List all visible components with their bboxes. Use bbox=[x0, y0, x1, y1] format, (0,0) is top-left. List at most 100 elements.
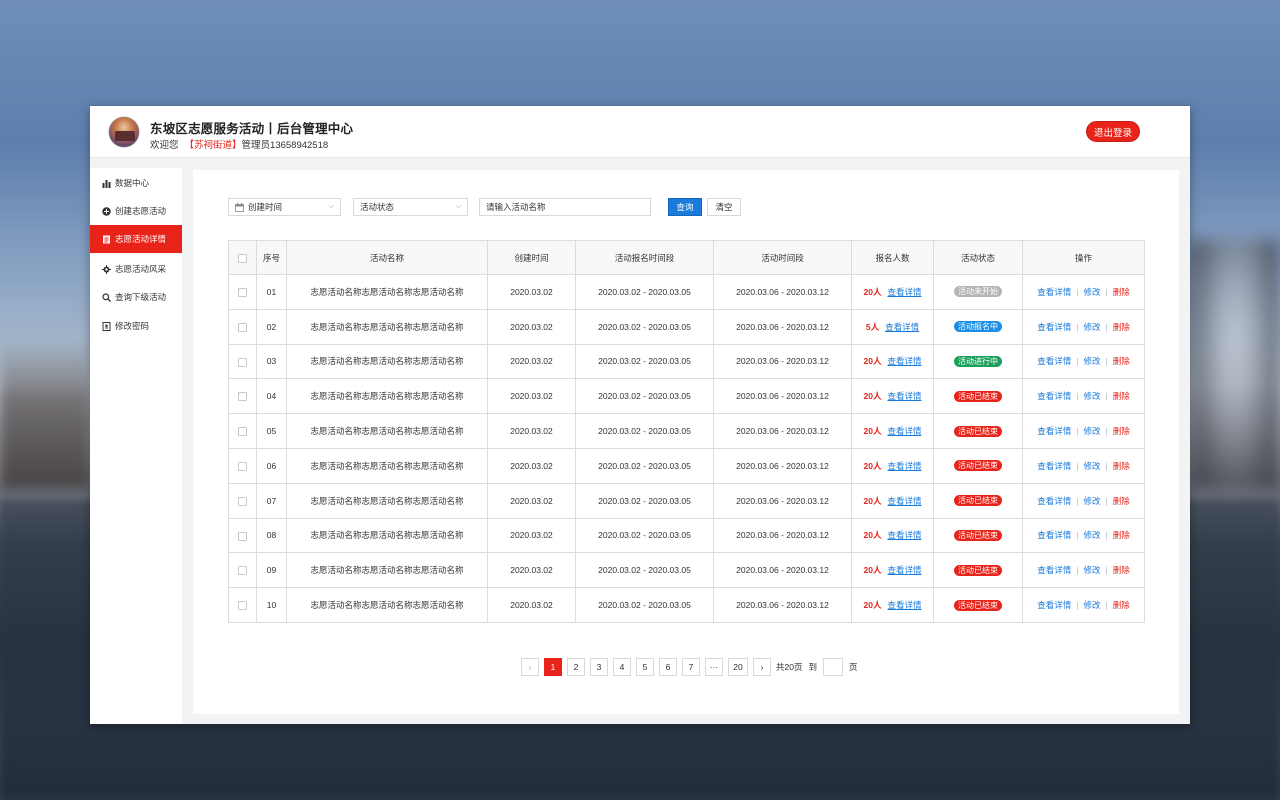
page-3-button[interactable]: 3 bbox=[590, 658, 608, 676]
signup-count: 20人 bbox=[863, 460, 882, 471]
action-separator: | bbox=[1076, 286, 1079, 297]
goto-page-input[interactable] bbox=[822, 658, 843, 676]
row-checkbox[interactable] bbox=[238, 462, 247, 471]
sidebar-item-create-activity[interactable]: 创建志愿活动 bbox=[90, 197, 182, 225]
page-2-button[interactable]: 2 bbox=[567, 658, 585, 676]
activity-name-input[interactable]: 请输入活动名称 bbox=[479, 198, 651, 216]
view-details-link[interactable]: 查看详情 bbox=[1037, 287, 1071, 297]
row-select-cell[interactable] bbox=[228, 343, 257, 380]
view-details-link[interactable]: 查看详情 bbox=[1037, 496, 1071, 506]
count-details-link[interactable]: 查看详情 bbox=[887, 461, 921, 471]
page-7-button[interactable]: 7 bbox=[682, 658, 700, 676]
view-details-link[interactable]: 查看详情 bbox=[1037, 426, 1071, 436]
edit-link[interactable]: 修改 bbox=[1083, 496, 1100, 506]
sidebar-item-activity-gallery[interactable]: 志愿活动风采 bbox=[90, 255, 182, 283]
edit-link[interactable]: 修改 bbox=[1083, 356, 1100, 366]
count-details-link[interactable]: 查看详情 bbox=[887, 287, 921, 297]
page-6-button[interactable]: 6 bbox=[659, 658, 677, 676]
prev-page-button[interactable]: ‹ bbox=[521, 658, 539, 676]
edit-link[interactable]: 修改 bbox=[1083, 322, 1100, 332]
row-select-cell[interactable] bbox=[228, 308, 257, 345]
sidebar-item-label: 数据中心 bbox=[115, 178, 150, 188]
row-checkbox[interactable] bbox=[238, 496, 247, 506]
row-name: 志愿活动名称志愿活动名称志愿活动名称 bbox=[286, 482, 488, 519]
sidebar-item-activity-details[interactable]: 志愿活动详情 bbox=[90, 225, 182, 253]
table-header-row: 序号 活动名称 创建时间 活动报名时间段 活动时间段 报名人数 活动状态 操作 bbox=[228, 240, 1145, 275]
view-details-link[interactable]: 查看详情 bbox=[1037, 356, 1071, 366]
row-checkbox[interactable] bbox=[238, 427, 247, 437]
view-details-link[interactable]: 查看详情 bbox=[1037, 565, 1071, 575]
sidebar-item-data-center[interactable]: 数据中心 bbox=[90, 169, 182, 197]
count-details-link[interactable]: 查看详情 bbox=[887, 496, 921, 506]
next-page-button[interactable]: › bbox=[753, 658, 771, 676]
clear-button[interactable]: 清空 bbox=[707, 198, 741, 216]
delete-link[interactable]: 删除 bbox=[1113, 287, 1130, 297]
row-checkbox[interactable] bbox=[238, 288, 247, 298]
row-select-cell[interactable] bbox=[228, 413, 257, 449]
edit-link[interactable]: 修改 bbox=[1083, 391, 1100, 401]
delete-link[interactable]: 删除 bbox=[1113, 565, 1130, 575]
status-select[interactable]: 活动状态 ⌵ bbox=[353, 198, 468, 216]
row-created: 2020.03.02 bbox=[487, 482, 576, 519]
count-details-link[interactable]: 查看详情 bbox=[887, 530, 921, 540]
row-checkbox[interactable] bbox=[238, 322, 247, 332]
count-details-link[interactable]: 查看详情 bbox=[887, 391, 921, 401]
delete-link[interactable]: 删除 bbox=[1113, 461, 1130, 471]
row-checkbox[interactable] bbox=[238, 601, 247, 611]
edit-link[interactable]: 修改 bbox=[1083, 565, 1100, 575]
edit-link[interactable]: 修改 bbox=[1083, 530, 1100, 540]
sidebar-item-query-sub-activities[interactable]: 查询下级活动 bbox=[90, 283, 182, 311]
row-checkbox[interactable] bbox=[238, 392, 247, 402]
view-details-link[interactable]: 查看详情 bbox=[1037, 391, 1071, 401]
row-name: 志愿活动名称志愿活动名称志愿活动名称 bbox=[286, 378, 488, 415]
page-1-button[interactable]: 1 bbox=[544, 658, 562, 676]
table-row: 07 志愿活动名称志愿活动名称志愿活动名称 2020.03.02 2020.03.02… bbox=[228, 482, 1145, 519]
view-details-link[interactable]: 查看详情 bbox=[1037, 530, 1071, 540]
delete-link[interactable]: 删除 bbox=[1113, 391, 1130, 401]
edit-link[interactable]: 修改 bbox=[1083, 426, 1100, 436]
created-time-select[interactable]: 创建时间 ⌵ bbox=[228, 198, 341, 216]
delete-link[interactable]: 删除 bbox=[1113, 530, 1130, 540]
row-checkbox[interactable] bbox=[238, 357, 247, 367]
row-select-cell[interactable] bbox=[228, 517, 257, 554]
view-details-link[interactable]: 查看详情 bbox=[1037, 461, 1071, 471]
select-all-checkbox[interactable] bbox=[238, 253, 247, 263]
row-select-cell[interactable] bbox=[228, 482, 257, 519]
edit-link[interactable]: 修改 bbox=[1083, 600, 1100, 610]
row-select-cell[interactable] bbox=[228, 587, 257, 623]
status-badge: 活动已结束 bbox=[954, 425, 1002, 437]
count-details-link[interactable]: 查看详情 bbox=[887, 600, 921, 610]
edit-link[interactable]: 修改 bbox=[1083, 461, 1100, 471]
row-signup-period: 2020.03.02 - 2020.03.05 bbox=[575, 517, 714, 554]
delete-link[interactable]: 删除 bbox=[1113, 426, 1130, 436]
count-details-link[interactable]: 查看详情 bbox=[887, 565, 921, 575]
signup-count: 20人 bbox=[863, 495, 882, 506]
chevron-down-icon: ⌵ bbox=[328, 203, 334, 210]
delete-link[interactable]: 删除 bbox=[1113, 356, 1130, 366]
row-created: 2020.03.02 bbox=[487, 587, 576, 623]
view-details-link[interactable]: 查看详情 bbox=[1037, 322, 1071, 332]
row-select-cell[interactable] bbox=[228, 447, 257, 484]
view-details-link[interactable]: 查看详情 bbox=[1037, 600, 1071, 610]
count-details-link[interactable]: 查看详情 bbox=[887, 426, 921, 436]
background-city-right bbox=[1190, 240, 1280, 490]
query-button[interactable]: 查询 bbox=[668, 198, 702, 216]
row-signup-period: 2020.03.02 - 2020.03.05 bbox=[575, 447, 714, 484]
row-checkbox[interactable] bbox=[238, 566, 247, 576]
edit-link[interactable]: 修改 bbox=[1083, 287, 1100, 297]
delete-link[interactable]: 删除 bbox=[1113, 322, 1130, 332]
count-details-link[interactable]: 查看详情 bbox=[885, 322, 919, 332]
row-select-cell[interactable] bbox=[228, 274, 257, 310]
row-checkbox[interactable] bbox=[238, 531, 247, 541]
row-select-cell[interactable] bbox=[228, 552, 257, 589]
sidebar-item-change-password[interactable]: 修改密码 bbox=[90, 312, 182, 340]
count-details-link[interactable]: 查看详情 bbox=[887, 356, 921, 366]
delete-link[interactable]: 删除 bbox=[1113, 496, 1130, 506]
page-20-button[interactable]: 20 bbox=[728, 658, 748, 676]
select-all-cell[interactable] bbox=[228, 240, 257, 275]
delete-link[interactable]: 删除 bbox=[1113, 600, 1130, 610]
row-select-cell[interactable] bbox=[228, 378, 257, 415]
page-5-button[interactable]: 5 bbox=[636, 658, 654, 676]
logout-button[interactable]: 退出登录 bbox=[1086, 121, 1140, 142]
page-4-button[interactable]: 4 bbox=[613, 658, 631, 676]
